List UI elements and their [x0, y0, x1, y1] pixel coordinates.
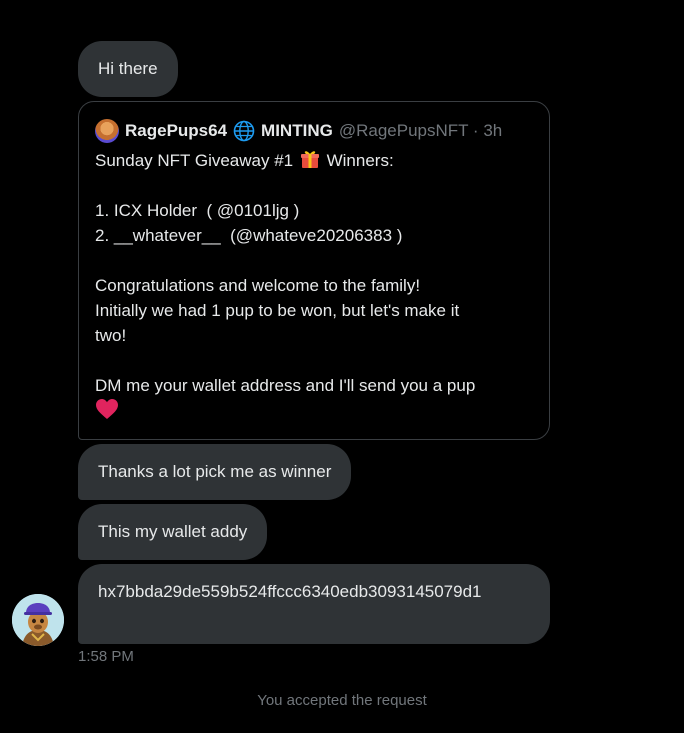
tweet-line: Congratulations and welcome to the famil… [95, 276, 421, 295]
quoted-tweet-card[interactable]: RagePups64 MINTING @RagePupsNFT · 3h Sun… [78, 101, 550, 440]
message-text: Thanks a lot pick me as winner [98, 462, 332, 481]
tweet-line-heart [95, 398, 533, 423]
gift-icon [300, 149, 320, 169]
message-timestamp: 1:58 PM [78, 648, 134, 665]
message-bubble[interactable]: Thanks a lot pick me as winner [78, 444, 352, 500]
quoted-author-avatar[interactable] [95, 119, 119, 143]
globe-icon [233, 120, 255, 142]
message-text: Hi there [98, 59, 158, 78]
tweet-line: DM me your wallet address and I'll send … [95, 376, 476, 395]
tweet-line: 1. ICX Holder ( @0101ljg ) [95, 201, 300, 220]
message-bubble[interactable]: Hi there [78, 41, 178, 97]
message-text: hx7bbda29de559b524ffccc6340edb3093145079… [98, 582, 482, 601]
request-status: You accepted the request [257, 692, 427, 709]
message-bubble[interactable]: This my wallet addy [78, 504, 268, 560]
dm-conversation: Hi there RagePups64 MINTING @RagePupsNFT… [0, 0, 684, 733]
heart-icon [95, 398, 119, 420]
message-bubble[interactable]: hx7bbda29de559b524ffccc6340edb3093145079… [78, 564, 550, 644]
tweet-line: 2. __whatever__ (@whateve20206383 ) [95, 226, 403, 245]
quoted-tweet-body: Sunday NFT Giveaway #1 Winners: 1. ICX H… [95, 148, 533, 423]
avatar[interactable] [12, 594, 64, 646]
quoted-handle-time: @RagePupsNFT · 3h [338, 121, 503, 140]
quoted-tweet-header: RagePups64 MINTING @RagePupsNFT · 3h [95, 118, 533, 144]
quoted-author-name[interactable]: RagePups64 [125, 121, 227, 141]
tweet-line: Sunday NFT Giveaway #1 Winners: [95, 149, 394, 170]
tweet-line: two! [95, 326, 127, 345]
quoted-author-name-suffix: MINTING [261, 121, 333, 140]
message-text: This my wallet addy [98, 522, 248, 541]
tweet-line: Initially we had 1 pup to be won, but le… [95, 301, 460, 320]
